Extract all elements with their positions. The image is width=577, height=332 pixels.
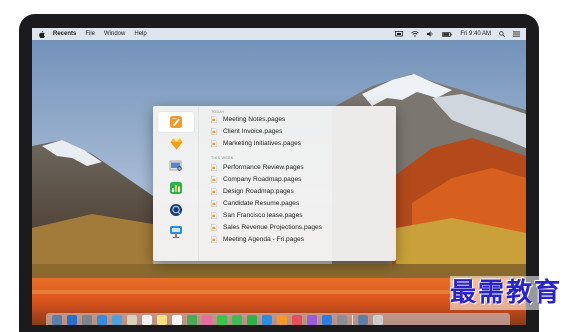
downloads-folder-icon[interactable] <box>357 315 368 325</box>
safari-icon[interactable] <box>97 315 107 325</box>
pages-document-icon <box>211 127 217 135</box>
recent-file-item[interactable]: Candidate Resume.pages <box>211 198 299 208</box>
volume-icon[interactable] <box>427 31 434 37</box>
app-quicktime[interactable] <box>158 200 194 220</box>
recent-file-item[interactable]: Marketing Initiatives.pages <box>211 138 301 148</box>
recent-file-item[interactable]: Meeting Agenda - Fri.pages <box>211 234 304 244</box>
app-store-icon[interactable] <box>322 315 332 325</box>
keynote-icon <box>170 226 182 238</box>
app-preview[interactable] <box>158 156 194 176</box>
file-name: Sales Revenue Projections.pages <box>223 223 322 231</box>
system-preferences-icon[interactable] <box>337 315 347 325</box>
menu-window[interactable]: Window <box>104 31 125 37</box>
quicktime-icon <box>170 204 182 216</box>
file-name: Company Roadmap.pages <box>223 175 302 183</box>
file-name: Meeting Notes.pages <box>223 115 286 123</box>
siri-icon[interactable] <box>67 315 77 325</box>
notification-center-icon[interactable] <box>513 31 520 37</box>
pages-document-icon <box>211 235 217 243</box>
books-icon[interactable] <box>307 315 317 325</box>
menu-bar: Recents File Window Help Fri 9:40 AM <box>32 28 526 40</box>
file-name: Meeting Agenda - Fri.pages <box>223 235 305 243</box>
apple-menu-icon[interactable] <box>38 30 46 38</box>
battery-icon[interactable] <box>442 31 453 37</box>
recent-file-item[interactable]: Company Roadmap.pages <box>211 174 301 184</box>
dock-separator <box>352 315 353 325</box>
menu-app-name[interactable]: Recents <box>53 31 76 37</box>
section-this-week: THIS WEEK <box>211 156 234 160</box>
app-keynote[interactable] <box>158 222 194 242</box>
pages-document-icon <box>211 199 217 207</box>
dock <box>46 313 510 325</box>
mail-icon[interactable] <box>112 315 122 325</box>
reminders-icon[interactable] <box>172 315 182 325</box>
app-pages[interactable] <box>158 112 194 132</box>
music-icon[interactable] <box>292 315 302 325</box>
calendar-icon[interactable] <box>142 315 152 325</box>
facetime-icon[interactable] <box>232 315 242 325</box>
recent-file-item[interactable]: Sales Revenue Projections.pages <box>211 222 322 232</box>
recent-file-item[interactable]: Client Invoice.pages <box>211 126 282 136</box>
pages-document-icon <box>211 163 217 171</box>
pages-icon <box>170 116 182 128</box>
recent-file-item[interactable]: Performance Review.pages <box>211 162 304 172</box>
notes-icon[interactable] <box>157 315 167 325</box>
sidebar-divider <box>198 106 199 261</box>
messages-icon[interactable] <box>217 315 227 325</box>
file-name: Performance Review.pages <box>223 163 304 171</box>
pages-document-icon <box>211 187 217 195</box>
photos-icon[interactable] <box>202 315 212 325</box>
status-area: Fri 9:40 AM <box>387 31 520 37</box>
menu-file[interactable]: File <box>85 31 95 37</box>
recent-file-item[interactable]: Meeting Notes.pages <box>211 114 285 124</box>
watermark-logo: 最需教育 <box>450 276 572 310</box>
pages-dock-icon[interactable] <box>277 315 287 325</box>
file-name: Design Roadmap.pages <box>223 187 294 195</box>
screen-mirroring-icon[interactable] <box>395 31 404 37</box>
launchpad-icon[interactable] <box>82 315 92 325</box>
file-name: San Francisco lease.pages <box>223 211 303 219</box>
pages-document-icon <box>211 211 217 219</box>
trash-icon[interactable] <box>372 315 383 325</box>
spotlight-search-icon[interactable] <box>499 31 505 37</box>
menu-clock[interactable]: Fri 9:40 AM <box>460 31 491 37</box>
finder-icon[interactable] <box>52 315 62 325</box>
file-name: Candidate Resume.pages <box>223 199 300 207</box>
maps-icon[interactable] <box>187 315 197 325</box>
sketch-icon <box>170 138 182 150</box>
pages-document-icon <box>211 175 217 183</box>
preview-icon <box>169 160 182 171</box>
file-name: Client Invoice.pages <box>223 127 283 135</box>
recent-file-item[interactable]: Design Roadmap.pages <box>211 186 294 196</box>
pages-document-icon <box>211 223 217 231</box>
numbers-dock-icon[interactable] <box>247 315 257 325</box>
pages-document-icon <box>211 115 217 123</box>
numbers-icon <box>170 182 182 194</box>
file-name: Marketing Initiatives.pages <box>223 139 302 147</box>
keynote-dock-icon[interactable] <box>262 315 272 325</box>
wifi-icon[interactable] <box>411 31 420 37</box>
contacts-icon[interactable] <box>127 315 137 325</box>
recents-window: TODAY Meeting Notes.pages Client Invoice… <box>153 106 396 261</box>
pages-document-icon <box>211 139 217 147</box>
menu-help[interactable]: Help <box>134 31 146 37</box>
recent-file-item[interactable]: San Francisco lease.pages <box>211 210 303 220</box>
app-sketch[interactable] <box>158 134 194 154</box>
app-numbers[interactable] <box>158 178 194 198</box>
